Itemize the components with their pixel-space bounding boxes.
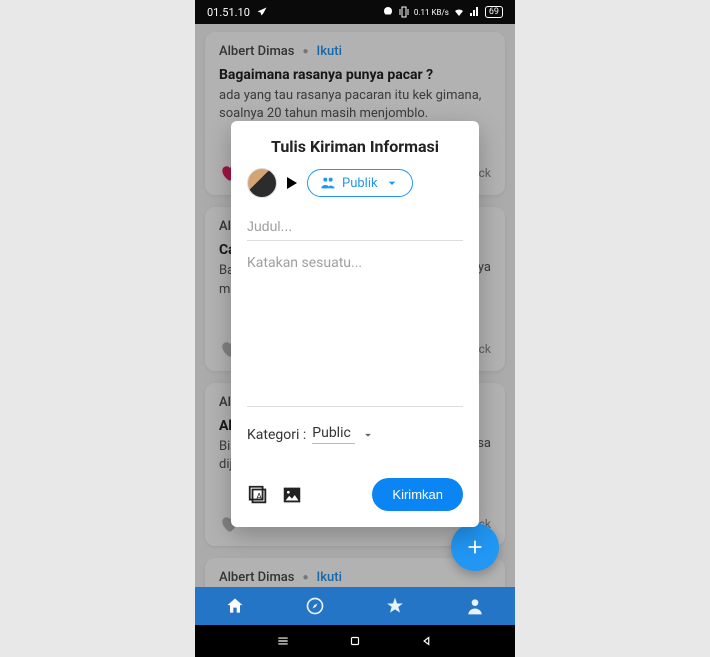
back-button[interactable]: [420, 634, 434, 648]
image-icon[interactable]: [281, 484, 303, 506]
audience-row: Publik: [247, 168, 463, 198]
follow-link[interactable]: Ikuti: [317, 44, 342, 59]
system-nav: [195, 625, 515, 657]
net-speed: 0.11 KB/s: [414, 8, 449, 17]
home-icon[interactable]: [225, 596, 245, 616]
signal-icon: [469, 6, 481, 18]
phone-frame: 01.51.10 0.11 KB/s 69 Albert Dimas ● Iku…: [195, 0, 515, 657]
post-title: Bagaimana rasanya punya pacar ?: [219, 67, 491, 83]
home-button[interactable]: [348, 634, 362, 648]
vibrate-icon: [398, 6, 410, 18]
submit-button[interactable]: Kirimkan: [372, 478, 463, 511]
fab-create-button[interactable]: [451, 523, 499, 571]
post-body: ada yang tau rasanya pacaran itu kek gim…: [219, 87, 491, 123]
wifi-icon: [453, 6, 465, 18]
star-icon[interactable]: [385, 596, 405, 616]
category-label: Kategori :: [247, 427, 306, 443]
body-input[interactable]: [247, 249, 463, 407]
category-selector[interactable]: Public: [312, 425, 355, 444]
separator-dot: ●: [303, 46, 309, 57]
explore-icon[interactable]: [305, 596, 325, 616]
alarm-icon: [382, 6, 394, 18]
chevron-down-icon: [361, 428, 375, 442]
title-input[interactable]: [247, 212, 463, 241]
chevron-down-icon: [384, 175, 400, 191]
recent-apps-button[interactable]: [276, 634, 290, 648]
group-icon: [320, 175, 336, 191]
plus-icon: [464, 536, 486, 558]
author-name: Albert Dimas: [219, 570, 295, 585]
telegram-icon: [256, 6, 268, 18]
modal-title: Tulis Kiriman Informasi: [247, 137, 463, 156]
modal-actions: A Kirimkan: [247, 478, 463, 511]
audience-selector[interactable]: Publik: [307, 169, 413, 197]
avatar: [247, 168, 277, 198]
separator-dot: ●: [303, 572, 309, 583]
text-format-icon[interactable]: A: [247, 484, 269, 506]
compose-modal: Tulis Kiriman Informasi Publik Kategori …: [231, 121, 479, 527]
author-name: Albert Dimas: [219, 44, 295, 59]
status-time: 01.51.10: [207, 6, 250, 19]
bottom-nav: [195, 587, 515, 625]
arrow-right-icon: [287, 177, 297, 189]
category-row: Kategori : Public: [247, 425, 463, 444]
profile-icon[interactable]: [465, 596, 485, 616]
svg-text:A: A: [256, 492, 262, 502]
audience-label: Publik: [342, 176, 378, 191]
follow-link[interactable]: Ikuti: [317, 570, 342, 585]
battery-indicator: 69: [485, 6, 503, 18]
status-bar: 01.51.10 0.11 KB/s 69: [195, 0, 515, 24]
app-content: Albert Dimas ● Ikuti Bagaimana rasanya p…: [195, 24, 515, 587]
post-header: Albert Dimas ● Ikuti: [219, 44, 491, 59]
